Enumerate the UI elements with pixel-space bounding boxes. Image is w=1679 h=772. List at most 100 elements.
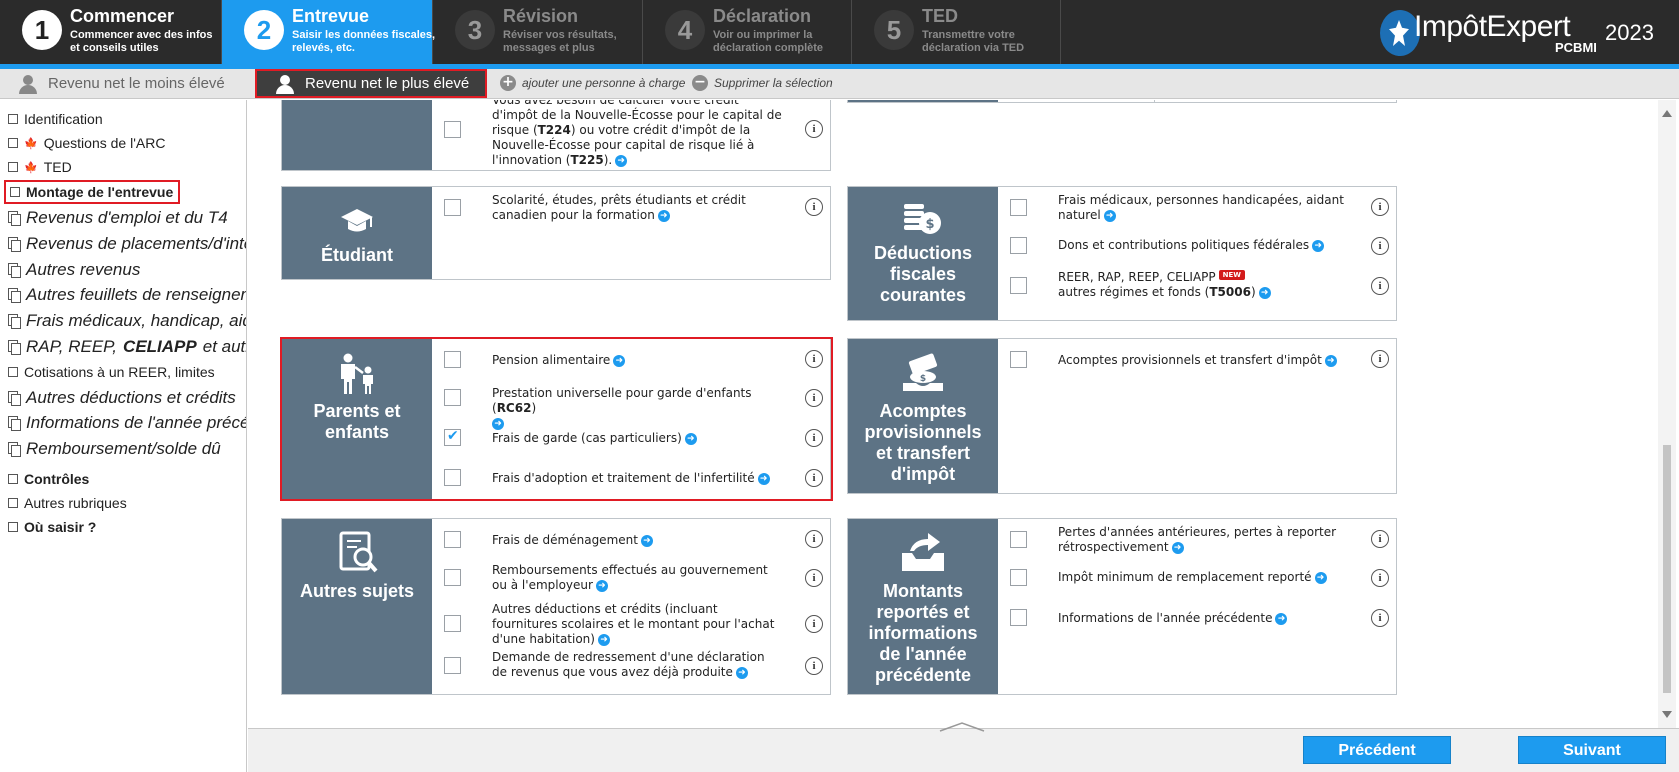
card-deductions-fiscales: $ Déductions fiscales courantes Frais médi… [847, 186, 1397, 321]
info-icon[interactable]: i [1371, 609, 1389, 627]
info-icon[interactable]: i [1371, 237, 1389, 255]
scroll-up-arrow-icon[interactable] [1662, 110, 1672, 117]
info-icon[interactable]: i [1371, 198, 1389, 216]
step-revision[interactable]: 3 Révision Réviser vos résultats, messag… [433, 0, 643, 64]
checkbox[interactable] [1010, 277, 1027, 294]
sidebar-item-autres-feuillets[interactable]: Autres feuillets de renseignements [8, 285, 246, 305]
sidebar-item-autres-deductions[interactable]: Autres déductions et crédits [8, 388, 236, 408]
step-subtitle: Voir ou imprimer la déclaration complète [713, 29, 824, 54]
sidebar-item-rap-reep[interactable]: RAP, REEP, CELIAPP et autres [8, 337, 246, 357]
vertical-scrollbar[interactable] [1658, 100, 1676, 728]
item-nova-scotia-credit[interactable]: Vous avez besoin de calculer votre crédi… [432, 100, 830, 172]
info-icon[interactable]: i [805, 657, 823, 675]
sidebar-item-annee-precedente[interactable]: Informations de l'année précédente [8, 413, 247, 433]
tab-low-income[interactable]: Revenu net le moins élevé [0, 69, 255, 98]
documents-icon [8, 314, 21, 329]
previous-button[interactable]: Précédent [1303, 736, 1451, 764]
sidebar-item-label: Revenus de placements/d'intérêts [26, 234, 246, 253]
checkbox[interactable] [444, 531, 461, 548]
maple-leaf-icon: 🍁 [24, 137, 38, 150]
sidebar-item-label: Revenus d'emploi et du T4 [26, 208, 228, 227]
item-text: Autres déductions et crédits (incluant f… [492, 602, 775, 646]
info-icon[interactable]: i [805, 615, 823, 633]
go-arrow-icon[interactable]: ➜ [1324, 354, 1337, 367]
step-subtitle: Saisir les données fiscales, relevés, et… [292, 29, 436, 54]
info-icon[interactable]: i [805, 530, 823, 548]
info-icon[interactable]: i [1371, 569, 1389, 587]
checkbox[interactable] [444, 657, 461, 674]
go-arrow-icon[interactable]: ➜ [1275, 612, 1288, 625]
checkbox[interactable] [444, 615, 461, 632]
card-autres-sujets: Autres sujets Frais de déménagement ➜ i R… [281, 518, 831, 695]
tab-label: Revenu net le plus élevé [305, 75, 470, 92]
step-ted[interactable]: 5 TED Transmettre votre déclaration via … [852, 0, 1061, 64]
card-side-panel [848, 100, 998, 102]
info-icon[interactable]: i [1371, 530, 1389, 548]
checkbox [8, 114, 18, 124]
sidebar-item-label: Informations de l'année précédente [26, 413, 247, 432]
card-side-panel: $ Acomptes provisionnels et transfert d'imp… [848, 339, 998, 493]
sidebar-item-label: Contrôles [24, 471, 90, 487]
go-arrow-icon[interactable]: ➜ [657, 209, 670, 222]
chevron-up-icon[interactable] [938, 721, 986, 733]
sidebar-item-autres-rubriques[interactable]: Autres rubriques [8, 495, 127, 511]
step-commencer[interactable]: 1 Commencer Commencer avec des infos et … [0, 0, 222, 64]
checkbox [8, 498, 18, 508]
go-arrow-icon[interactable]: ➜ [615, 154, 628, 167]
go-arrow-icon[interactable]: ➜ [1258, 286, 1271, 299]
checkbox[interactable] [1010, 569, 1027, 586]
checkbox[interactable] [1010, 237, 1027, 254]
sidebar-item-ted[interactable]: 🍁 TED [8, 159, 72, 175]
go-arrow-icon[interactable]: ➜ [597, 633, 610, 646]
go-arrow-icon[interactable]: ➜ [1312, 239, 1325, 252]
scroll-thumb[interactable] [1663, 445, 1671, 693]
go-arrow-icon[interactable]: ➜ [1314, 571, 1327, 584]
next-button[interactable]: Suivant [1518, 736, 1666, 764]
go-arrow-icon[interactable]: ➜ [1171, 541, 1184, 554]
card-title: Montants reportés et informations de l'anné… [868, 581, 978, 685]
sidebar-item-remboursement[interactable]: Remboursement/solde dû [8, 439, 221, 459]
step-entrevue[interactable]: 2 Entrevue Saisir les données fiscales, … [222, 0, 435, 64]
sidebar-item-ou-saisir[interactable]: Où saisir ? [8, 519, 96, 535]
checkbox[interactable] [1010, 351, 1027, 368]
add-dependant-label: ajouter une personne à charge [522, 76, 686, 90]
checkbox[interactable] [1010, 531, 1027, 548]
checkbox [8, 138, 18, 148]
sidebar-item-montage[interactable]: Montage de l'entrevue [3, 180, 181, 204]
go-arrow-icon[interactable]: ➜ [735, 666, 748, 679]
go-arrow-icon[interactable]: ➜ [595, 579, 608, 592]
step-subtitle: Transmettre votre déclaration via TED [922, 29, 1025, 54]
sidebar-item-revenus-placements[interactable]: Revenus de placements/d'intérêts [8, 234, 246, 254]
checkbox[interactable] [444, 121, 461, 138]
add-dependant-link[interactable]: + ajouter une personne à charge [500, 75, 685, 91]
sidebar-item-identification[interactable]: Identification [8, 111, 103, 127]
checkbox[interactable] [444, 199, 461, 216]
card-etudiant: Étudiant Scolarité, études, prêts étudia… [281, 186, 831, 280]
info-icon[interactable]: i [805, 569, 823, 587]
tab-high-income[interactable]: Revenu net le plus élevé [255, 69, 487, 98]
sidebar-item-frais-medicaux[interactable]: Frais médicaux, handicap, aidant [8, 311, 246, 331]
checkbox[interactable] [1010, 199, 1027, 216]
sidebar-item-questions-arc[interactable]: 🍁 Questions de l'ARC [8, 135, 165, 151]
remove-selection-link[interactable]: − Supprimer la sélection [692, 75, 833, 91]
sidebar-item-revenus-emploi[interactable]: Revenus d'emploi et du T4 [8, 208, 228, 228]
sidebar-item-autres-revenus[interactable]: Autres revenus [8, 260, 140, 280]
sidebar-item-controles[interactable]: Contrôles [8, 471, 89, 487]
go-arrow-icon[interactable]: ➜ [1103, 209, 1116, 222]
checkbox[interactable] [1010, 609, 1027, 626]
info-icon[interactable]: i [1371, 277, 1389, 295]
brand-year: 2023 [1605, 20, 1654, 45]
info-icon[interactable]: i [805, 198, 823, 216]
go-arrow-icon[interactable]: ➜ [640, 534, 653, 547]
info-icon[interactable]: i [1371, 350, 1389, 368]
step-declaration[interactable]: 4 Déclaration Voir ou imprimer la déclar… [643, 0, 852, 64]
info-icon[interactable]: i [805, 120, 823, 138]
plus-icon: + [500, 75, 516, 91]
checkbox[interactable] [444, 569, 461, 586]
sidebar-item-label: Où saisir ? [24, 519, 97, 535]
scroll-down-arrow-icon[interactable] [1662, 711, 1672, 718]
item-text: Scolarité, études, prêts étudiants et cr… [492, 193, 746, 222]
step-subtitle: Réviser vos résultats, messages et plus [503, 29, 617, 54]
sidebar-item-cotisations-reer[interactable]: Cotisations à un REER, limites [8, 364, 215, 380]
documents-icon [8, 442, 21, 457]
